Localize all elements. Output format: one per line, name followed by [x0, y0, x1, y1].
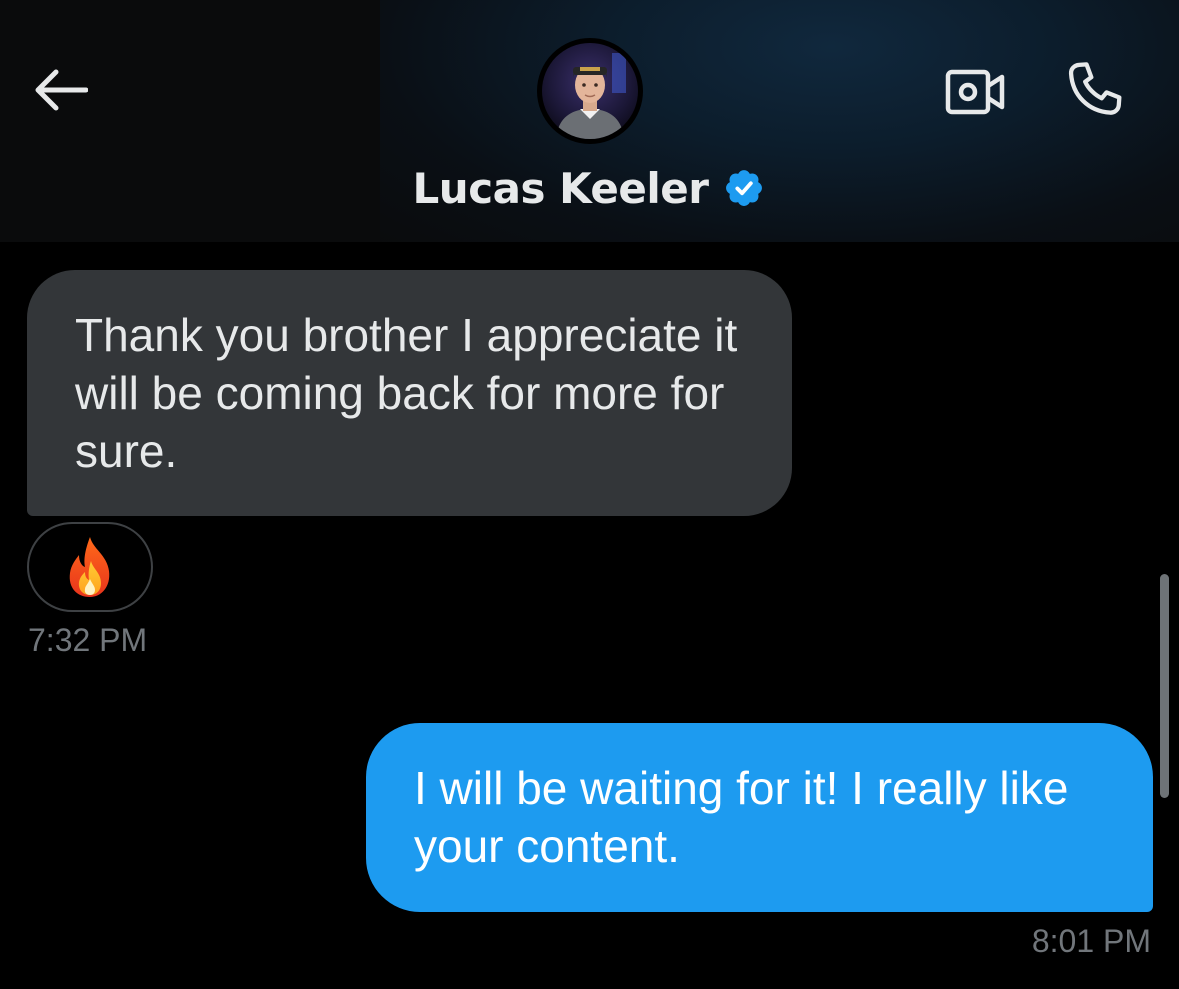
- video-camera-icon: [945, 69, 1005, 115]
- fire-emoji-icon: [69, 537, 110, 597]
- conversation-header: Lucas Keeler: [0, 0, 1179, 242]
- scrollbar[interactable]: [1160, 574, 1169, 798]
- avatar[interactable]: [537, 38, 643, 144]
- verified-badge-icon: [722, 166, 766, 210]
- back-button[interactable]: [28, 60, 92, 120]
- audio-call-button[interactable]: [1058, 56, 1130, 124]
- arrow-left-icon: [35, 69, 88, 111]
- message-text: Thank you brother I appreciate it will b…: [75, 309, 738, 477]
- message-timestamp: 7:32 PM: [28, 622, 148, 658]
- contact-name: Lucas Keeler: [412, 163, 709, 213]
- phone-icon: [1068, 62, 1122, 115]
- outgoing-message-bubble[interactable]: I will be waiting for it! I really like …: [366, 723, 1153, 912]
- contact-avatar-photo: [542, 43, 638, 139]
- message-text: I will be waiting for it! I really like …: [414, 762, 1069, 872]
- incoming-message-bubble[interactable]: Thank you brother I appreciate it will b…: [27, 270, 792, 516]
- reaction-badge[interactable]: 🔥: [27, 522, 153, 612]
- contact-name-row[interactable]: Lucas Keeler: [0, 158, 1179, 218]
- message-timestamp: 8:01 PM: [1031, 923, 1151, 959]
- video-call-button[interactable]: [940, 62, 1012, 122]
